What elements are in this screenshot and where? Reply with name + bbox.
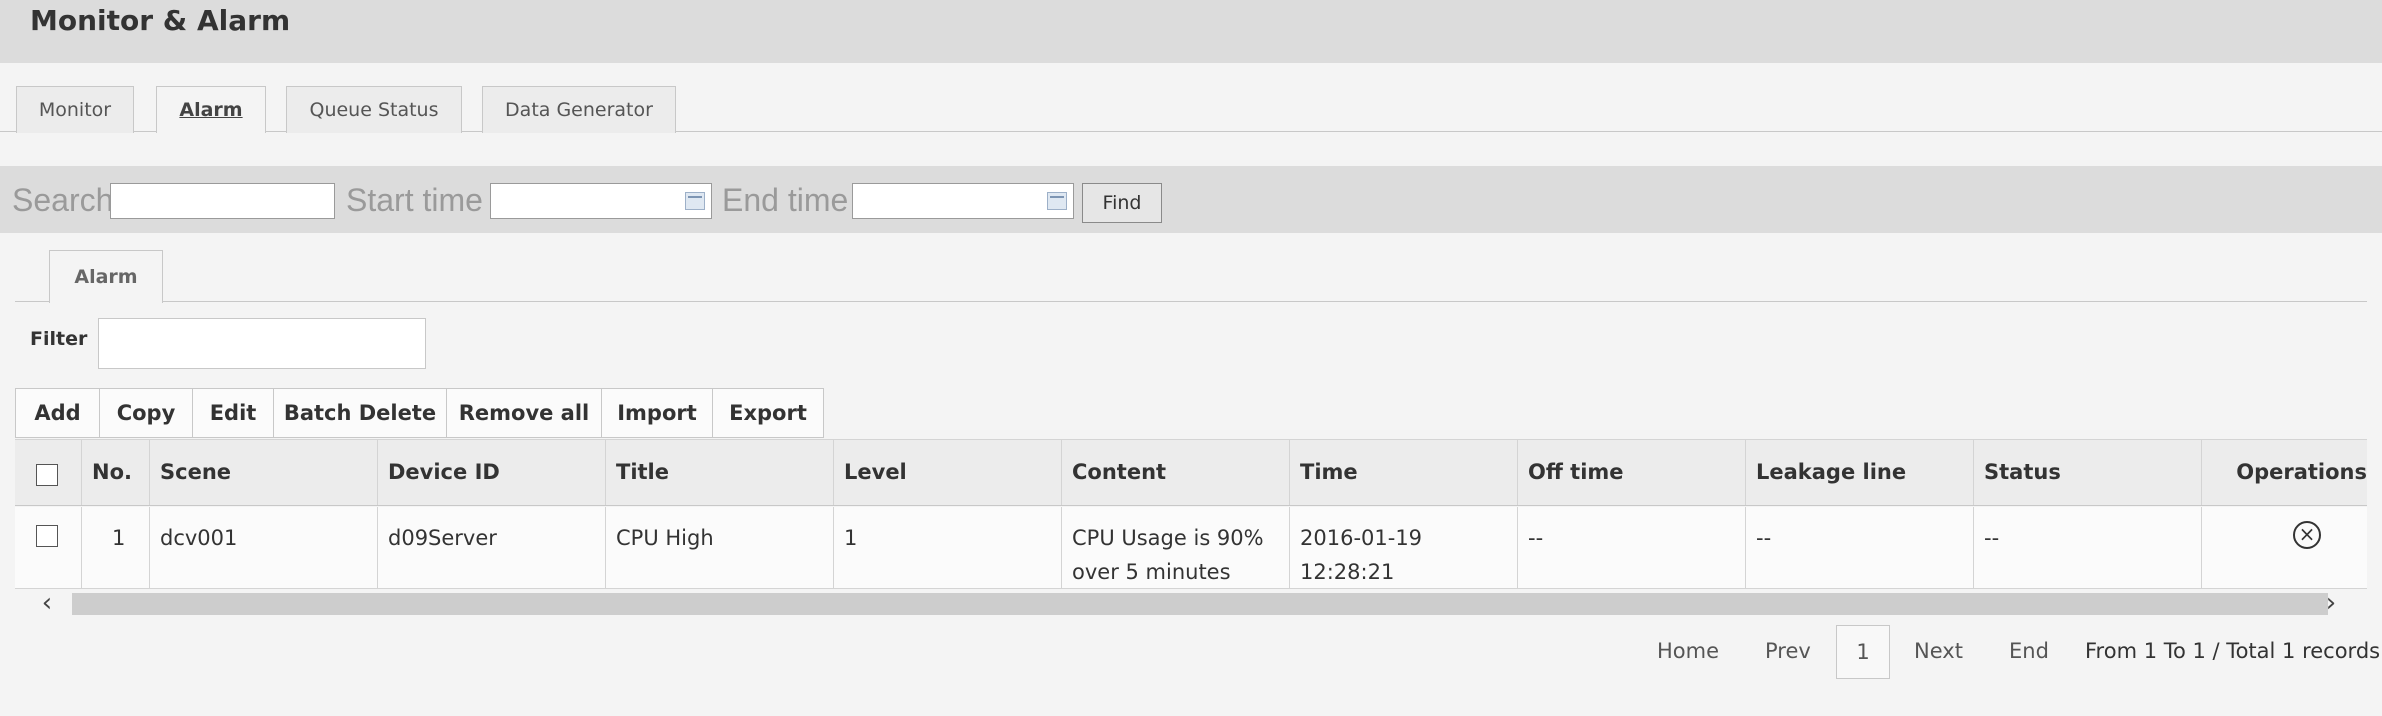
filter-label: Filter <box>30 328 88 350</box>
header-off-time[interactable]: Off time <box>1518 440 1746 505</box>
search-label: Search <box>12 182 114 218</box>
header-leakage-line[interactable]: Leakage line <box>1746 440 1974 505</box>
header-time[interactable]: Time <box>1290 440 1518 505</box>
select-all-checkbox[interactable] <box>36 464 58 486</box>
start-time-label: Start time <box>346 182 483 218</box>
cell-scene: dcv001 <box>150 507 378 588</box>
pager-next[interactable]: Next <box>1914 639 1963 663</box>
tab-data-generator[interactable]: Data Generator <box>482 86 676 133</box>
cell-leakage-line: -- <box>1746 507 1974 588</box>
header-content[interactable]: Content <box>1062 440 1290 505</box>
pagination: Home Prev 1 Next End From 1 To 1 / Total… <box>0 625 2382 680</box>
sub-tabs: Alarm <box>15 250 2367 303</box>
pager-end[interactable]: End <box>2009 639 2049 663</box>
row-checkbox[interactable] <box>36 525 58 547</box>
cell-level: 1 <box>834 507 1062 588</box>
cell-device-id: d09Server <box>378 507 606 588</box>
cell-operations: × <box>2202 507 2367 588</box>
scrollbar-thumb[interactable] <box>72 593 2328 615</box>
search-input[interactable] <box>110 183 335 219</box>
import-button[interactable]: Import <box>601 388 713 438</box>
table-row[interactable]: 1 dcv001 d09Server CPU High 1 CPU Usage … <box>15 507 2367 589</box>
end-time-input[interactable] <box>852 183 1074 219</box>
cell-off-time: -- <box>1518 507 1746 588</box>
edit-button[interactable]: Edit <box>192 388 274 438</box>
header-status[interactable]: Status <box>1974 440 2202 505</box>
pager-summary: From 1 To 1 / Total 1 records <box>2085 639 2381 663</box>
remove-all-button[interactable]: Remove all <box>446 388 602 438</box>
tab-alarm-list[interactable]: Alarm <box>49 250 163 303</box>
pager-prev[interactable]: Prev <box>1765 639 1811 663</box>
horizontal-scrollbar[interactable]: ‹ › <box>15 590 2367 618</box>
tab-queue-status[interactable]: Queue Status <box>286 86 462 133</box>
pager-home[interactable]: Home <box>1657 639 1719 663</box>
pager-current-page[interactable]: 1 <box>1836 625 1890 679</box>
header-level[interactable]: Level <box>834 440 1062 505</box>
batch-delete-button[interactable]: Batch Delete <box>273 388 447 438</box>
search-bar: Search Start time End time Find <box>0 166 2382 233</box>
cell-content-line1: CPU Usage is 90% <box>1072 526 1264 550</box>
page-title: Monitor & Alarm <box>30 4 291 37</box>
end-time-label: End time <box>722 182 849 218</box>
copy-button[interactable]: Copy <box>99 388 193 438</box>
toolbar: Add Copy Edit Batch Delete Remove all Im… <box>15 388 824 438</box>
cell-status: -- <box>1974 507 2202 588</box>
cell-title: CPU High <box>606 507 834 588</box>
export-button[interactable]: Export <box>712 388 824 438</box>
tab-monitor[interactable]: Monitor <box>16 86 134 133</box>
calendar-icon[interactable] <box>685 192 705 210</box>
row-select-cell <box>15 507 82 588</box>
add-button[interactable]: Add <box>15 388 100 438</box>
page-header: Monitor & Alarm <box>0 0 2382 63</box>
cell-no: 1 <box>82 507 150 588</box>
close-circle-icon[interactable]: × <box>2293 521 2321 549</box>
cell-time: 2016-01-19 12:28:21 <box>1290 507 1518 588</box>
filter-input[interactable] <box>98 318 426 369</box>
tab-alarm[interactable]: Alarm <box>156 86 266 133</box>
table-header: No. Scene Device ID Title Level Content … <box>15 439 2367 506</box>
header-select-cell <box>15 440 82 505</box>
top-tabs: Monitor Alarm Queue Status Data Generato… <box>0 86 2382 133</box>
header-title[interactable]: Title <box>606 440 834 505</box>
start-time-input[interactable] <box>490 183 712 219</box>
header-no[interactable]: No. <box>82 440 150 505</box>
chevron-left-icon[interactable]: ‹ <box>27 590 67 618</box>
chevron-right-icon[interactable]: › <box>2311 590 2351 618</box>
cell-content-line2: over 5 minutes <box>1072 560 1231 584</box>
header-scene[interactable]: Scene <box>150 440 378 505</box>
find-button[interactable]: Find <box>1082 183 1162 223</box>
header-operations: Operations <box>2236 460 2367 484</box>
calendar-icon[interactable] <box>1047 192 1067 210</box>
header-device-id[interactable]: Device ID <box>378 440 606 505</box>
cell-content: CPU Usage is 90% over 5 minutes <box>1062 507 1290 588</box>
